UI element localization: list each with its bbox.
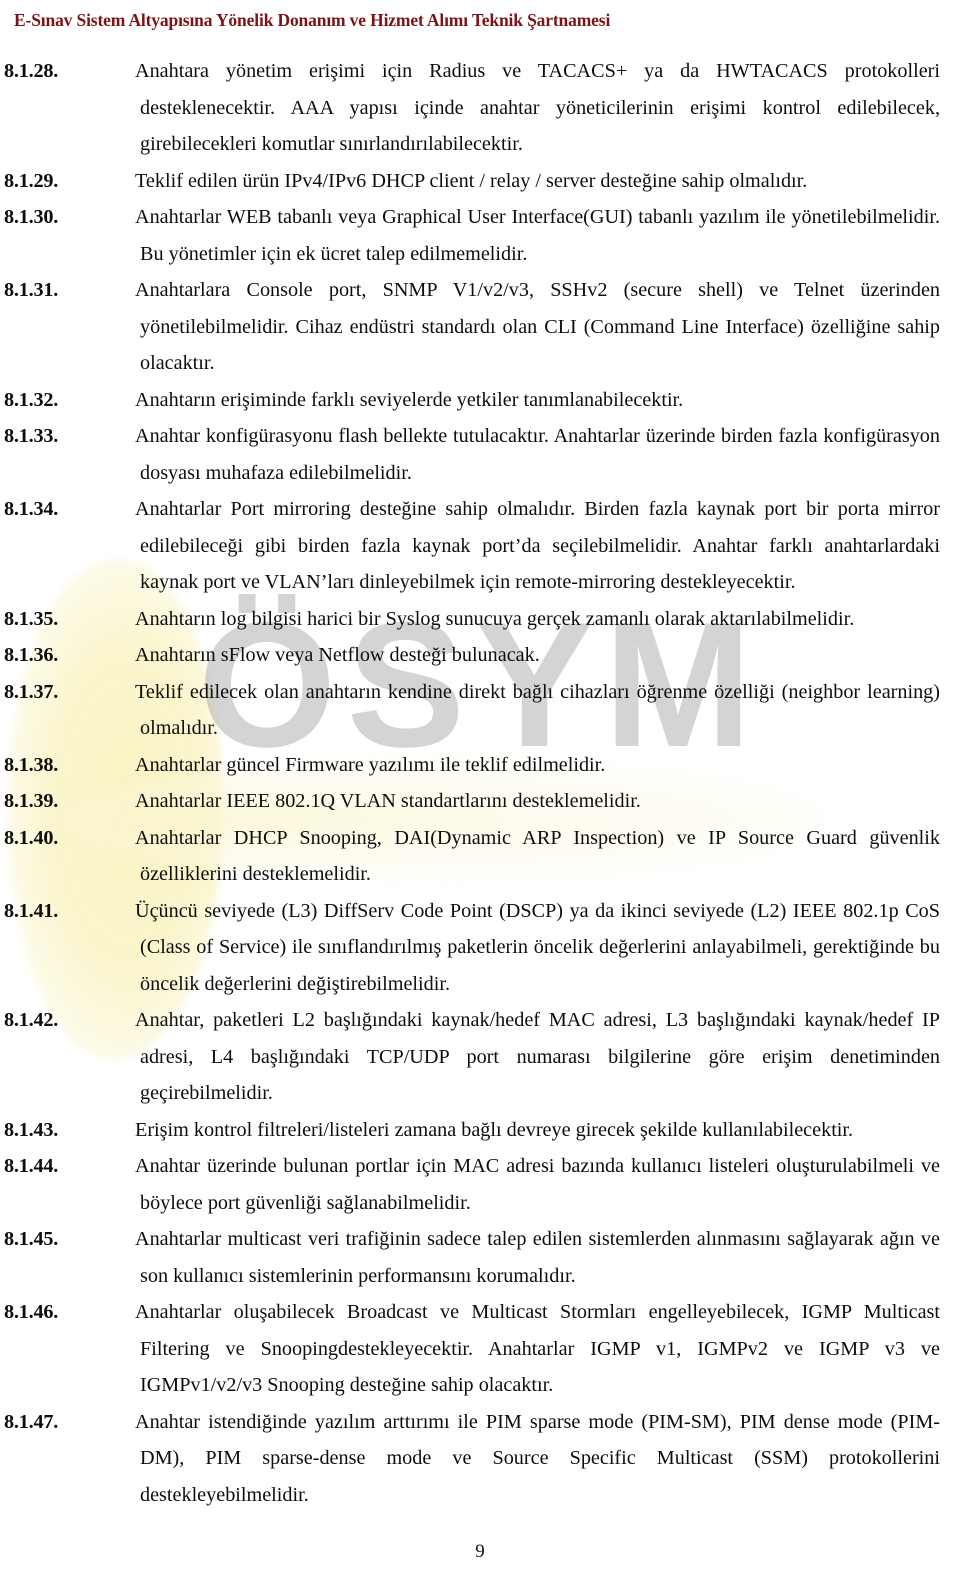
clause-number: 8.1.44. xyxy=(4,1155,59,1178)
clause-item: 8.1.36. Anahtarın sFlow veya Netflow dest… xyxy=(4,637,940,674)
clause-text: Anahtar üzerinde bulunan portlar için MA… xyxy=(135,1155,940,1214)
clause-text: Teklif edilecek olan anahtarın kendine d… xyxy=(135,680,940,740)
page-number: 9 xyxy=(475,1541,485,1562)
clause-text: Anahtarlar güncel Firmware yazılımı ile … xyxy=(135,753,606,776)
clause-item: 8.1.44. Anahtar üzerinde bulunan portlar … xyxy=(4,1148,940,1221)
clause-item: 8.1.33. Anahtar konfigürasyonu flash bell… xyxy=(4,418,940,491)
clause-text: Anahtar, paketleri L2 başlığındaki kayna… xyxy=(135,1009,940,1105)
clause-item: 8.1.47. Anahtar istendiğinde yazılım artt… xyxy=(4,1404,940,1514)
clause-number: 8.1.36. xyxy=(4,644,59,667)
clause-number: 8.1.39. xyxy=(4,790,59,813)
clause-text: Anahtarın erişiminde farklı seviyelerde … xyxy=(135,388,684,411)
clause-item: 8.1.31. Anahtarlara Console port, SNMP V1… xyxy=(4,272,940,382)
clause-item: 8.1.29. Teklif edilen ürün IPv4/IPv6 DHCP… xyxy=(4,163,940,200)
clause-text: Üçüncü seviyede (L3) DiffServ Code Point… xyxy=(135,899,940,995)
clause-number: 8.1.31. xyxy=(4,279,59,302)
clause-item: 8.1.28. Anahtara yönetim erişimi için Rad… xyxy=(4,53,940,163)
clause-text: Anahtarlar WEB tabanlı veya Graphical Us… xyxy=(135,206,940,265)
clause-item: 8.1.35. Anahtarın log bilgisi harici bir … xyxy=(4,601,940,638)
clause-text: Anahtarlar IEEE 802.1Q VLAN standartları… xyxy=(135,790,641,813)
clause-text: Anahtarlar oluşabilecek Broadcast ve Mul… xyxy=(135,1301,940,1397)
clause-number: 8.1.40. xyxy=(4,826,59,849)
clause-text: Anahtarlara Console port, SNMP V1/v2/v3,… xyxy=(135,279,940,375)
clause-number: 8.1.43. xyxy=(4,1118,59,1141)
clause-number: 8.1.47. xyxy=(4,1410,59,1433)
clause-number: 8.1.30. xyxy=(4,206,59,229)
clause-item: 8.1.34. Anahtarlar Port mirroring desteği… xyxy=(4,491,940,601)
clause-list: 8.1.28. Anahtara yönetim erişimi için Rad… xyxy=(4,53,940,1514)
clause-text: Anahtara yönetim erişimi için Radius ve … xyxy=(135,60,940,156)
clause-number: 8.1.29. xyxy=(4,169,59,192)
clause-item: 8.1.30. Anahtarlar WEB tabanlı veya Graph… xyxy=(4,199,940,272)
clause-text: Anahtarın log bilgisi harici bir Syslog … xyxy=(135,607,855,630)
clause-number: 8.1.46. xyxy=(4,1301,59,1324)
clause-text: Anahtar konfigürasyonu flash bellekte tu… xyxy=(135,425,940,484)
document-header-title: E-Sınav Sistem Altyapısına Yönelik Donan… xyxy=(14,10,611,30)
clause-number: 8.1.45. xyxy=(4,1228,59,1251)
document-page: ÖSYM E-Sınav Sistem Altyapısına Yönelik … xyxy=(0,0,960,1585)
clause-number: 8.1.38. xyxy=(4,753,59,776)
clause-item: 8.1.38. Anahtarlar güncel Firmware yazılı… xyxy=(4,747,940,784)
clause-number: 8.1.37. xyxy=(4,680,59,703)
clause-text: Erişim kontrol filtreleri/listeleri zama… xyxy=(135,1118,854,1141)
clause-number: 8.1.33. xyxy=(4,425,59,448)
clause-number: 8.1.32. xyxy=(4,388,59,411)
clause-text: Teklif edilen ürün IPv4/IPv6 DHCP client… xyxy=(135,169,808,192)
clause-number: 8.1.41. xyxy=(4,899,59,922)
clause-item: 8.1.40. Anahtarlar DHCP Snooping, DAI(Dyn… xyxy=(4,820,940,893)
clause-text: Anahtar istendiğinde yazılım arttırımı i… xyxy=(135,1410,940,1506)
clause-number: 8.1.42. xyxy=(4,1009,59,1032)
clause-text: Anahtarlar multicast veri trafiğinin sad… xyxy=(135,1228,940,1287)
clause-text: Anahtarlar DHCP Snooping, DAI(Dynamic AR… xyxy=(135,826,940,886)
clause-item: 8.1.37. Teklif edilecek olan anahtarın ke… xyxy=(4,674,940,747)
clause-item: 8.1.41. Üçüncü seviyede (L3) DiffServ Cod… xyxy=(4,893,940,1003)
clause-number: 8.1.28. xyxy=(4,60,59,83)
clause-item: 8.1.46. Anahtarlar oluşabilecek Broadcast… xyxy=(4,1294,940,1404)
clause-text: Anahtarın sFlow veya Netflow desteği bul… xyxy=(135,644,540,667)
clause-text: Anahtarlar Port mirroring desteğine sahi… xyxy=(135,498,940,594)
clause-item: 8.1.32. Anahtarın erişiminde farklı seviy… xyxy=(4,382,940,419)
clause-item: 8.1.43. Erişim kontrol filtreleri/listele… xyxy=(4,1112,940,1149)
clause-item: 8.1.45. Anahtarlar multicast veri trafiği… xyxy=(4,1221,940,1294)
clause-item: 8.1.42. Anahtar, paketleri L2 başlığındak… xyxy=(4,1002,940,1112)
clause-item: 8.1.39. Anahtarlar IEEE 802.1Q VLAN stand… xyxy=(4,783,940,820)
clause-number: 8.1.34. xyxy=(4,498,59,521)
clause-number: 8.1.35. xyxy=(4,607,59,630)
